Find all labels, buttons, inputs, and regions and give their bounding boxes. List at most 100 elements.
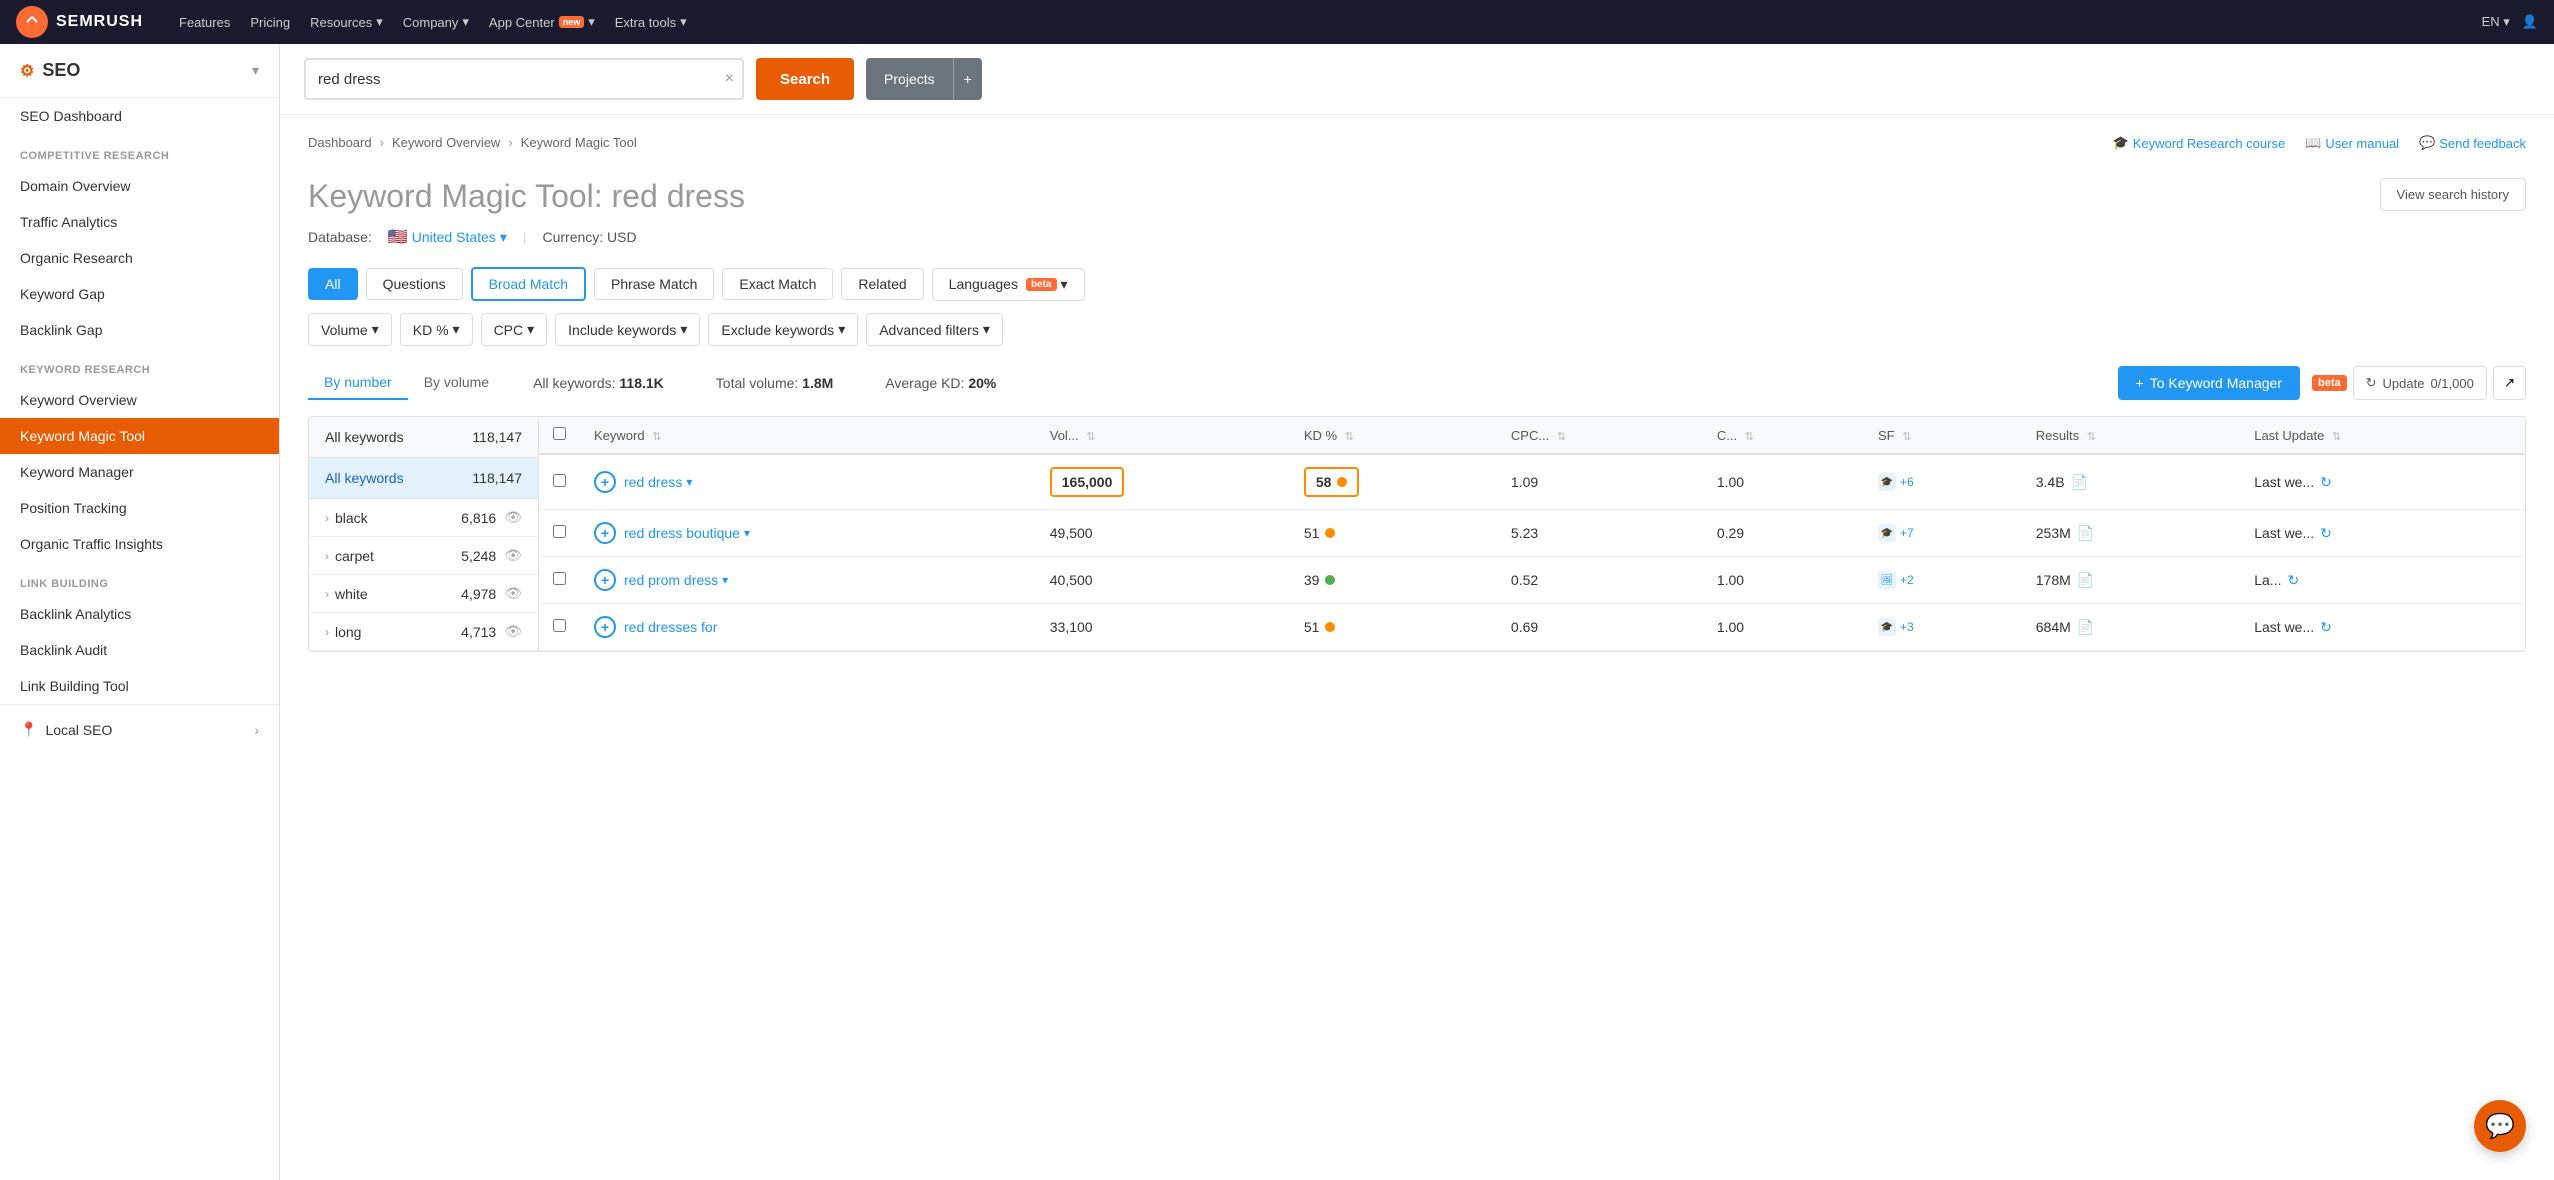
sidebar-item-keyword-magic-tool[interactable]: Keyword Magic Tool xyxy=(0,418,279,454)
th-cpc[interactable]: CPC... ⇅ xyxy=(1497,417,1703,454)
sidebar-item-organic-research[interactable]: Organic Research xyxy=(0,240,279,276)
keyword-link[interactable]: red prom dress ▾ xyxy=(624,572,728,588)
tab-languages[interactable]: Languages beta ▾ xyxy=(932,268,1085,301)
search-input[interactable] xyxy=(304,58,744,100)
row-checkbox[interactable] xyxy=(553,474,566,487)
database-selector[interactable]: 🇺🇸 United States ▾ xyxy=(388,227,507,247)
search-button[interactable]: Search xyxy=(756,58,854,100)
refresh-icon[interactable]: ↻ xyxy=(2320,619,2332,636)
keyword-dropdown-icon[interactable]: ▾ xyxy=(686,475,692,489)
eye-icon[interactable]: 👁 xyxy=(504,509,522,526)
sidebar-item-organic-traffic-insights[interactable]: Organic Traffic Insights xyxy=(0,526,279,562)
keyword-link[interactable]: red dress boutique ▾ xyxy=(624,525,750,541)
group-arrow-icon: › xyxy=(325,625,329,639)
keyword-research-course-link[interactable]: 🎓 Keyword Research course xyxy=(2113,135,2286,151)
sidebar-footer-local-seo[interactable]: 📍 Local SEO › xyxy=(0,704,279,754)
all-keywords-row[interactable]: All keywords 118,147 xyxy=(309,458,538,499)
sidebar-item-backlink-analytics[interactable]: Backlink Analytics xyxy=(0,596,279,632)
keyword-link[interactable]: red dress ▾ xyxy=(624,474,692,490)
add-keyword-button[interactable]: + xyxy=(594,616,616,638)
sidebar-item-keyword-gap[interactable]: Keyword Gap xyxy=(0,276,279,312)
volume-cell: 40,500 xyxy=(1036,557,1290,604)
language-selector[interactable]: EN ▾ xyxy=(2482,14,2510,30)
breadcrumb-keyword-overview[interactable]: Keyword Overview xyxy=(392,135,500,150)
add-keyword-button[interactable]: + xyxy=(594,569,616,591)
row-checkbox[interactable] xyxy=(553,619,566,632)
sidebar-item-keyword-manager[interactable]: Keyword Manager xyxy=(0,454,279,490)
volume-cell-highlighted: 165,000 xyxy=(1036,454,1290,510)
th-last-update[interactable]: Last Update ⇅ xyxy=(2240,417,2525,454)
row-checkbox[interactable] xyxy=(553,525,566,538)
keyword-link[interactable]: red dresses for xyxy=(624,619,717,635)
send-feedback-link[interactable]: 💬 Send feedback xyxy=(2419,135,2526,151)
add-keyword-button[interactable]: + xyxy=(594,522,616,544)
add-keyword-button[interactable]: + xyxy=(594,471,616,493)
refresh-icon[interactable]: ↻ xyxy=(2320,474,2332,491)
sort-by-volume[interactable]: By volume xyxy=(408,366,505,400)
eye-icon[interactable]: 👁 xyxy=(504,547,522,564)
eye-icon[interactable]: 👁 xyxy=(504,623,522,640)
eye-icon[interactable]: 👁 xyxy=(504,585,522,602)
tab-questions[interactable]: Questions xyxy=(366,268,463,300)
th-sf[interactable]: SF ⇅ xyxy=(1864,417,2022,454)
breadcrumb-dashboard[interactable]: Dashboard xyxy=(308,135,372,150)
update-button[interactable]: ↻ Update 0/1,000 xyxy=(2353,366,2487,400)
view-search-history-button[interactable]: View search history xyxy=(2380,178,2526,211)
chat-support-button[interactable]: 💬 xyxy=(2474,1100,2526,1152)
tab-phrase-match[interactable]: Phrase Match xyxy=(594,268,714,300)
sf-icon: 🎓 xyxy=(1878,473,1896,491)
th-keyword[interactable]: Keyword ⇅ xyxy=(580,417,1036,454)
filter-advanced[interactable]: Advanced filters ▾ xyxy=(866,313,1003,346)
th-volume[interactable]: Vol... ⇅ xyxy=(1036,417,1290,454)
sidebar-item-backlink-audit[interactable]: Backlink Audit xyxy=(0,632,279,668)
nav-appcenter[interactable]: App Center new ▾ xyxy=(489,14,595,30)
filter-exclude-keywords[interactable]: Exclude keywords ▾ xyxy=(708,313,858,346)
tab-broad-match[interactable]: Broad Match xyxy=(471,267,586,301)
kd-dot-icon xyxy=(1325,575,1335,585)
refresh-icon[interactable]: ↻ xyxy=(2320,525,2332,542)
user-manual-link[interactable]: 📖 User manual xyxy=(2305,135,2399,151)
nav-resources[interactable]: Resources ▾ xyxy=(310,14,383,30)
th-com[interactable]: C... ⇅ xyxy=(1703,417,1864,454)
logo[interactable]: SEMRUSH xyxy=(16,6,143,38)
nav-extratools[interactable]: Extra tools ▾ xyxy=(615,14,687,30)
tab-all[interactable]: All xyxy=(308,268,358,300)
nav-company[interactable]: Company ▾ xyxy=(403,14,469,30)
th-results[interactable]: Results ⇅ xyxy=(2022,417,2240,454)
database-row: Database: 🇺🇸 United States ▾ | Currency:… xyxy=(308,227,2526,247)
sidebar-item-keyword-overview[interactable]: Keyword Overview xyxy=(0,382,279,418)
sidebar-item-seo-dashboard[interactable]: SEO Dashboard xyxy=(0,98,279,134)
sidebar-chevron-icon[interactable]: ▾ xyxy=(252,62,259,79)
keyword-group-long[interactable]: › long 4,713 👁 xyxy=(309,613,538,651)
filter-volume[interactable]: Volume ▾ xyxy=(308,313,392,346)
to-keyword-manager-button[interactable]: + To Keyword Manager xyxy=(2118,366,2300,400)
keyword-dropdown-icon[interactable]: ▾ xyxy=(722,573,728,587)
search-clear-icon[interactable]: × xyxy=(725,70,734,88)
nav-features[interactable]: Features xyxy=(179,15,230,30)
sidebar-item-traffic-analytics[interactable]: Traffic Analytics xyxy=(0,204,279,240)
user-icon[interactable]: 👤 xyxy=(2522,14,2538,30)
sidebar-item-position-tracking[interactable]: Position Tracking xyxy=(0,490,279,526)
keyword-dropdown-icon[interactable]: ▾ xyxy=(744,526,750,540)
nav-pricing[interactable]: Pricing xyxy=(250,15,290,30)
sf-plus-tag: +7 xyxy=(1900,526,1914,540)
sidebar-item-link-building-tool[interactable]: Link Building Tool xyxy=(0,668,279,704)
filter-kd[interactable]: KD % ▾ xyxy=(400,313,473,346)
filter-cpc[interactable]: CPC ▾ xyxy=(481,313,548,346)
row-checkbox[interactable] xyxy=(553,572,566,585)
projects-button[interactable]: Projects xyxy=(866,58,953,100)
select-all-checkbox[interactable] xyxy=(553,427,566,440)
th-kd[interactable]: KD % ⇅ xyxy=(1290,417,1497,454)
sidebar-item-backlink-gap[interactable]: Backlink Gap xyxy=(0,312,279,348)
sort-by-number[interactable]: By number xyxy=(308,366,408,400)
export-button[interactable]: ↗ xyxy=(2493,366,2526,400)
filter-include-keywords[interactable]: Include keywords ▾ xyxy=(555,313,700,346)
tab-exact-match[interactable]: Exact Match xyxy=(722,268,833,300)
projects-plus-button[interactable]: + xyxy=(953,58,982,100)
keyword-group-carpet[interactable]: › carpet 5,248 👁 xyxy=(309,537,538,575)
sidebar-item-domain-overview[interactable]: Domain Overview xyxy=(0,168,279,204)
keyword-group-black[interactable]: › black 6,816 👁 xyxy=(309,499,538,537)
refresh-icon[interactable]: ↻ xyxy=(2287,572,2299,589)
tab-related[interactable]: Related xyxy=(841,268,923,300)
keyword-group-white[interactable]: › white 4,978 👁 xyxy=(309,575,538,613)
